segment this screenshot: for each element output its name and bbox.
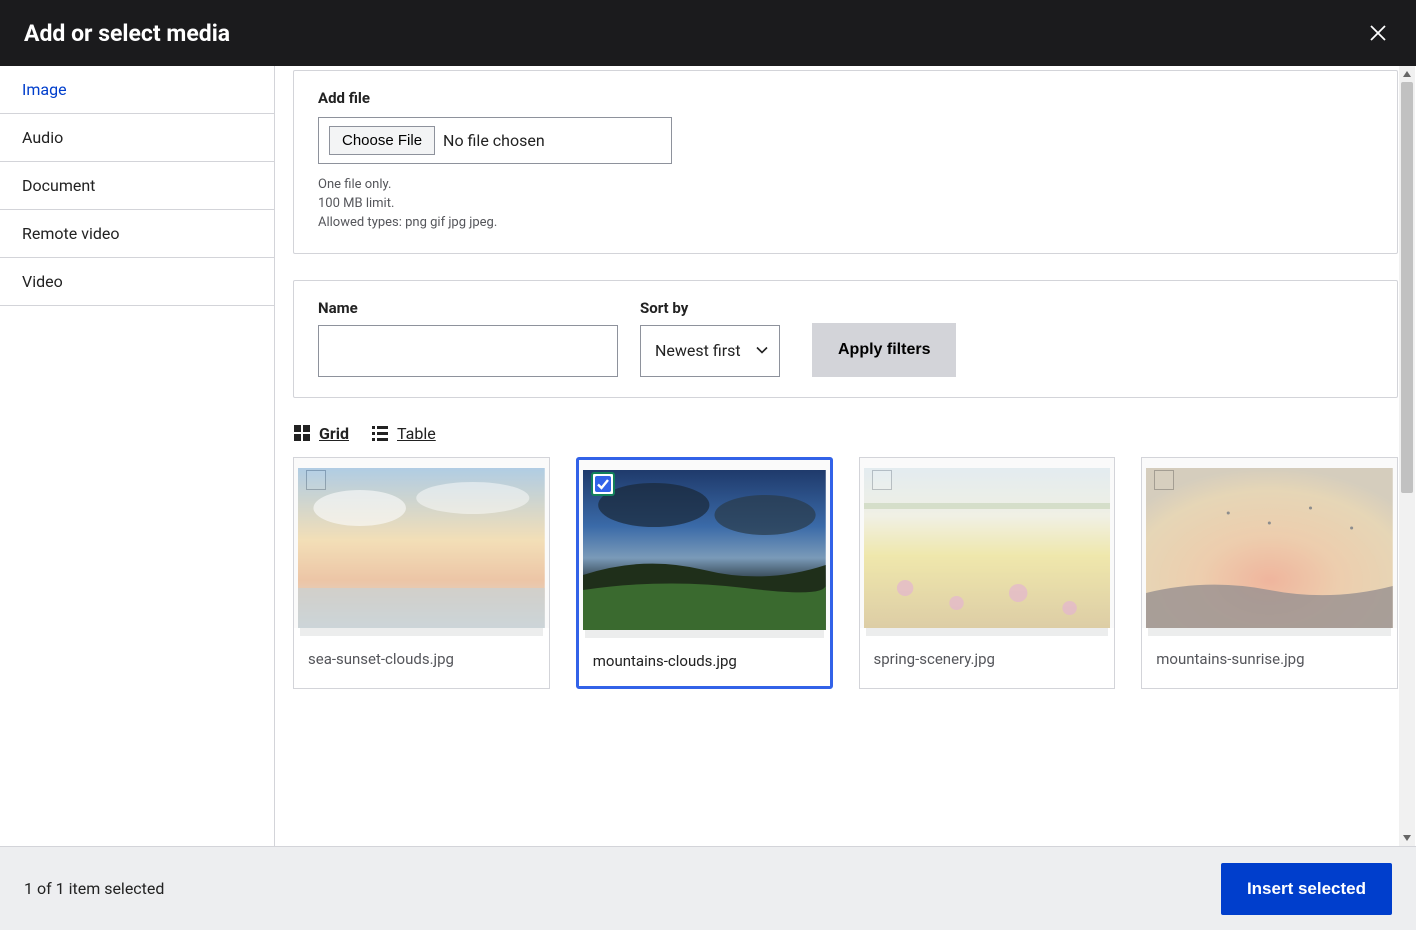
main-panel: Add file Choose File No file chosen One …: [275, 66, 1416, 846]
sidebar-item-image[interactable]: Image: [0, 66, 274, 114]
choose-file-button[interactable]: Choose File: [329, 126, 435, 155]
dialog-title: Add or select media: [24, 20, 230, 47]
view-table-option[interactable]: Table: [371, 424, 436, 443]
media-card[interactable]: mountains-sunrise.jpg: [1141, 457, 1398, 689]
media-thumbnail: [1146, 468, 1393, 628]
selection-status: 1 of 1 item selected: [24, 879, 164, 898]
view-switcher: Grid Table: [293, 424, 1398, 443]
file-hint-line: One file only.: [318, 176, 1373, 195]
file-hint-line: 100 MB limit.: [318, 195, 1373, 214]
media-thumbnail: [864, 468, 1111, 628]
scrollbar[interactable]: [1399, 66, 1415, 846]
name-filter-group: Name: [318, 299, 618, 377]
media-card[interactable]: spring-scenery.jpg: [859, 457, 1116, 689]
media-thumbnail: [583, 470, 826, 630]
sidebar-item-document[interactable]: Document: [0, 162, 274, 210]
check-icon: [595, 476, 611, 492]
view-grid-option[interactable]: Grid: [293, 424, 349, 443]
file-input-wrapper[interactable]: Choose File No file chosen: [318, 117, 672, 164]
media-filename: spring-scenery.jpg: [874, 650, 1101, 668]
media-grid: sea-sunset-clouds.jpg: [293, 457, 1398, 689]
add-file-label: Add file: [318, 89, 1373, 107]
scroll-track[interactable]: [1399, 82, 1415, 830]
media-card[interactable]: mountains-clouds.jpg: [576, 457, 833, 689]
dialog-header: Add or select media: [0, 0, 1416, 66]
insert-selected-button[interactable]: Insert selected: [1221, 863, 1392, 915]
sidebar-item-video[interactable]: Video: [0, 258, 274, 306]
dialog-body: Image Audio Document Remote video Video …: [0, 66, 1416, 846]
dialog-footer: 1 of 1 item selected Insert selected: [0, 846, 1416, 930]
chevron-down-icon: [755, 341, 769, 360]
media-filename: mountains-sunrise.jpg: [1156, 650, 1383, 668]
name-filter-input[interactable]: [318, 325, 618, 377]
name-filter-label: Name: [318, 299, 618, 317]
media-filename: mountains-clouds.jpg: [593, 652, 816, 670]
sort-group: Sort by Newest first: [640, 299, 780, 377]
media-thumbnail: [298, 468, 545, 628]
view-grid-label: Grid: [319, 424, 349, 443]
file-hints: One file only. 100 MB limit. Allowed typ…: [318, 176, 1373, 233]
media-checkbox[interactable]: [591, 472, 615, 496]
sort-select-value: Newest first: [655, 341, 741, 360]
apply-filters-button[interactable]: Apply filters: [812, 323, 956, 377]
grid-icon: [293, 424, 311, 442]
view-table-label: Table: [397, 424, 436, 443]
close-button[interactable]: [1364, 19, 1392, 47]
scroll-up-arrow[interactable]: [1399, 66, 1415, 82]
media-filename: sea-sunset-clouds.jpg: [308, 650, 535, 668]
media-type-sidebar: Image Audio Document Remote video Video: [0, 66, 275, 846]
sort-select[interactable]: Newest first: [640, 325, 780, 377]
scroll-thumb[interactable]: [1401, 82, 1413, 493]
sidebar-item-audio[interactable]: Audio: [0, 114, 274, 162]
filter-panel: Name Sort by Newest first Apply filters: [293, 280, 1398, 398]
sort-label: Sort by: [640, 299, 780, 317]
file-hint-line: Allowed types: png gif jpg jpeg.: [318, 214, 1373, 233]
add-file-panel: Add file Choose File No file chosen One …: [293, 70, 1398, 254]
scroll-down-arrow[interactable]: [1399, 830, 1415, 846]
media-card[interactable]: sea-sunset-clouds.jpg: [293, 457, 550, 689]
list-icon: [371, 424, 389, 442]
close-icon: [1369, 24, 1387, 42]
file-chosen-text: No file chosen: [443, 131, 545, 150]
sidebar-item-remote-video[interactable]: Remote video: [0, 210, 274, 258]
